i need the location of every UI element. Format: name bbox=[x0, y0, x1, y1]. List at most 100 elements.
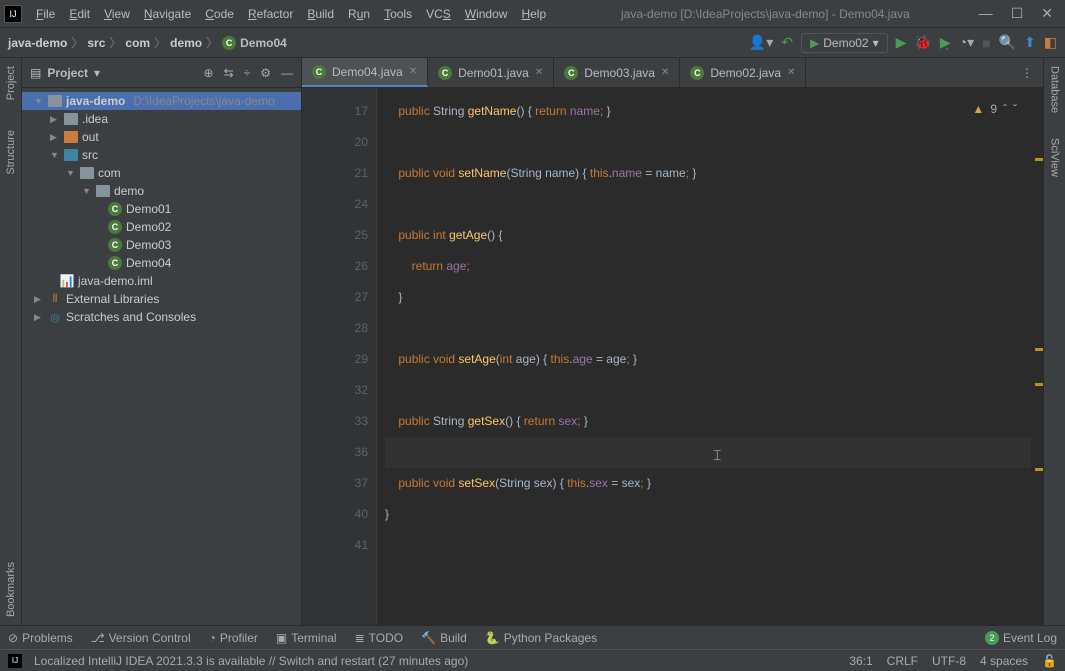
debug-button[interactable]: 🐞 bbox=[914, 34, 931, 51]
tree-external-libs[interactable]: ▶ ⫴ External Libraries bbox=[22, 290, 301, 308]
project-tree[interactable]: ▼ java-demo D:\IdeaProjects\java-demo ▶ … bbox=[22, 88, 301, 625]
select-opened-icon[interactable]: ⊕ bbox=[204, 66, 214, 80]
line-number[interactable]: 28 bbox=[302, 313, 368, 344]
inspection-widget[interactable]: ▲ 9 ˆ ˇ bbox=[972, 94, 1017, 125]
line-number[interactable]: 24 bbox=[302, 189, 368, 220]
menu-refactor[interactable]: Refactor bbox=[242, 5, 299, 23]
menu-view[interactable]: View bbox=[98, 5, 136, 23]
project-panel-title[interactable]: Project bbox=[47, 66, 88, 80]
expand-all-icon[interactable]: ⇆ bbox=[224, 66, 234, 80]
minimize-button[interactable]: — bbox=[979, 5, 993, 22]
line-number[interactable]: 17 bbox=[302, 96, 368, 127]
tree-demo02[interactable]: C Demo02 bbox=[22, 218, 301, 236]
tree-demo[interactable]: ▼ demo bbox=[22, 182, 301, 200]
menu-navigate[interactable]: Navigate bbox=[138, 5, 197, 23]
tree-scratches[interactable]: ▶ ◎ Scratches and Consoles bbox=[22, 308, 301, 326]
run-button[interactable]: ▶ bbox=[896, 34, 907, 51]
hide-panel-icon[interactable]: — bbox=[281, 66, 293, 80]
undo-icon[interactable]: ↶ bbox=[781, 34, 793, 51]
menu-help[interactable]: Help bbox=[515, 5, 552, 23]
line-number[interactable]: 21 bbox=[302, 158, 368, 189]
line-number[interactable]: 37 bbox=[302, 468, 368, 499]
breadcrumb-src[interactable]: src bbox=[87, 36, 105, 50]
menu-run[interactable]: Run bbox=[342, 5, 376, 23]
tree-out[interactable]: ▶ out bbox=[22, 128, 301, 146]
menu-vcs[interactable]: VCS bbox=[420, 5, 457, 23]
python-packages-tool[interactable]: 🐍Python Packages bbox=[485, 631, 597, 645]
profile-button[interactable]: ◔▾ bbox=[959, 34, 974, 51]
menu-window[interactable]: Window bbox=[459, 5, 514, 23]
tree-iml[interactable]: 📊 java-demo.iml bbox=[22, 272, 301, 290]
line-number[interactable]: 20 bbox=[302, 127, 368, 158]
tab-demo03[interactable]: C Demo03.java ✕ bbox=[554, 58, 680, 87]
breadcrumb-com[interactable]: com bbox=[125, 36, 150, 50]
tree-idea[interactable]: ▶ .idea bbox=[22, 110, 301, 128]
structure-tool-button[interactable]: Structure bbox=[5, 130, 17, 175]
tree-demo03[interactable]: C Demo03 bbox=[22, 236, 301, 254]
project-tool-button[interactable]: Project bbox=[5, 66, 17, 100]
tree-demo01[interactable]: C Demo01 bbox=[22, 200, 301, 218]
tree-root[interactable]: ▼ java-demo D:\IdeaProjects\java-demo bbox=[22, 92, 301, 110]
profiler-tool[interactable]: ◔Profiler bbox=[209, 631, 258, 645]
line-separator[interactable]: CRLF bbox=[887, 654, 918, 668]
close-tab-icon[interactable]: ✕ bbox=[535, 67, 543, 78]
line-number[interactable]: 26 bbox=[302, 251, 368, 282]
menu-code[interactable]: Code bbox=[199, 5, 240, 23]
line-number[interactable]: 27 bbox=[302, 282, 368, 313]
close-button[interactable]: ✕ bbox=[1041, 5, 1053, 22]
tree-com[interactable]: ▼ com bbox=[22, 164, 301, 182]
indent-info[interactable]: 4 spaces bbox=[980, 654, 1028, 668]
tab-demo01[interactable]: C Demo01.java ✕ bbox=[428, 58, 554, 87]
gutter[interactable]: 17 20 21 24 25 26 27 28 29 32 33 36 37 4… bbox=[302, 88, 377, 625]
settings-icon[interactable]: ⚙ bbox=[260, 66, 271, 80]
maximize-button[interactable]: ☐ bbox=[1011, 5, 1024, 22]
event-log-tool[interactable]: 2 Event Log bbox=[985, 631, 1057, 645]
bookmarks-tool-button[interactable]: Bookmarks bbox=[5, 562, 17, 617]
chevron-down-icon[interactable]: ˇ bbox=[1013, 94, 1017, 125]
line-number[interactable]: 33 bbox=[302, 406, 368, 437]
line-number[interactable]: 40 bbox=[302, 499, 368, 530]
line-number[interactable]: 29 bbox=[302, 344, 368, 375]
menu-edit[interactable]: Edit bbox=[63, 5, 96, 23]
menu-build[interactable]: Build bbox=[301, 5, 340, 23]
code-editor[interactable]: 17 20 21 24 25 26 27 28 29 32 33 36 37 4… bbox=[302, 88, 1043, 625]
tab-demo04[interactable]: C Demo04.java ✕ bbox=[302, 58, 428, 87]
sciview-tool-button[interactable]: SciView bbox=[1049, 138, 1061, 177]
line-number[interactable]: 32 bbox=[302, 375, 368, 406]
version-control-tool[interactable]: ⎇Version Control bbox=[91, 631, 191, 645]
caret-position[interactable]: 36:1 bbox=[849, 654, 872, 668]
terminal-tool[interactable]: ▣Terminal bbox=[276, 631, 337, 645]
update-icon[interactable]: ⬆ bbox=[1024, 34, 1036, 51]
tab-menu-icon[interactable]: ⋮ bbox=[1011, 66, 1043, 80]
code-content[interactable]: public String getName() { return name; }… bbox=[377, 88, 1031, 625]
line-number[interactable]: 36 bbox=[302, 437, 368, 468]
close-tab-icon[interactable]: ✕ bbox=[409, 66, 417, 77]
coverage-button[interactable]: ▶̣ bbox=[940, 34, 951, 51]
readonly-icon[interactable]: 🔓 bbox=[1042, 654, 1057, 668]
collapse-icon[interactable]: ÷ bbox=[244, 66, 251, 80]
menu-file[interactable]: File bbox=[30, 5, 61, 23]
menu-tools[interactable]: Tools bbox=[378, 5, 418, 23]
tree-demo04[interactable]: C Demo04 bbox=[22, 254, 301, 272]
stop-button[interactable]: ■ bbox=[982, 35, 990, 51]
error-stripe[interactable] bbox=[1031, 88, 1043, 625]
file-encoding[interactable]: UTF-8 bbox=[932, 654, 966, 668]
status-message[interactable]: Localized IntelliJ IDEA 2021.3.3 is avai… bbox=[34, 654, 468, 668]
ij-logo-icon[interactable]: IJ bbox=[8, 654, 22, 668]
close-tab-icon[interactable]: ✕ bbox=[787, 67, 795, 78]
chevron-down-icon[interactable]: ▾ bbox=[94, 66, 100, 80]
breadcrumb-class[interactable]: C Demo04 bbox=[222, 36, 287, 50]
line-number[interactable]: 41 bbox=[302, 530, 368, 561]
ide-settings-icon[interactable]: ◧ bbox=[1044, 34, 1057, 51]
breadcrumb-project[interactable]: java-demo bbox=[8, 36, 67, 50]
problems-tool[interactable]: ⊘Problems bbox=[8, 631, 73, 645]
tree-src[interactable]: ▼ src bbox=[22, 146, 301, 164]
add-user-icon[interactable]: 👤▾ bbox=[749, 34, 773, 51]
build-tool[interactable]: 🔨Build bbox=[421, 631, 467, 645]
tab-demo02[interactable]: C Demo02.java ✕ bbox=[680, 58, 806, 87]
todo-tool[interactable]: ≣TODO bbox=[355, 631, 404, 645]
breadcrumb-demo[interactable]: demo bbox=[170, 36, 202, 50]
run-config-selector[interactable]: ▶ Demo02 ▾ bbox=[801, 33, 888, 53]
database-tool-button[interactable]: Database bbox=[1049, 66, 1061, 113]
chevron-up-icon[interactable]: ˆ bbox=[1003, 94, 1007, 125]
